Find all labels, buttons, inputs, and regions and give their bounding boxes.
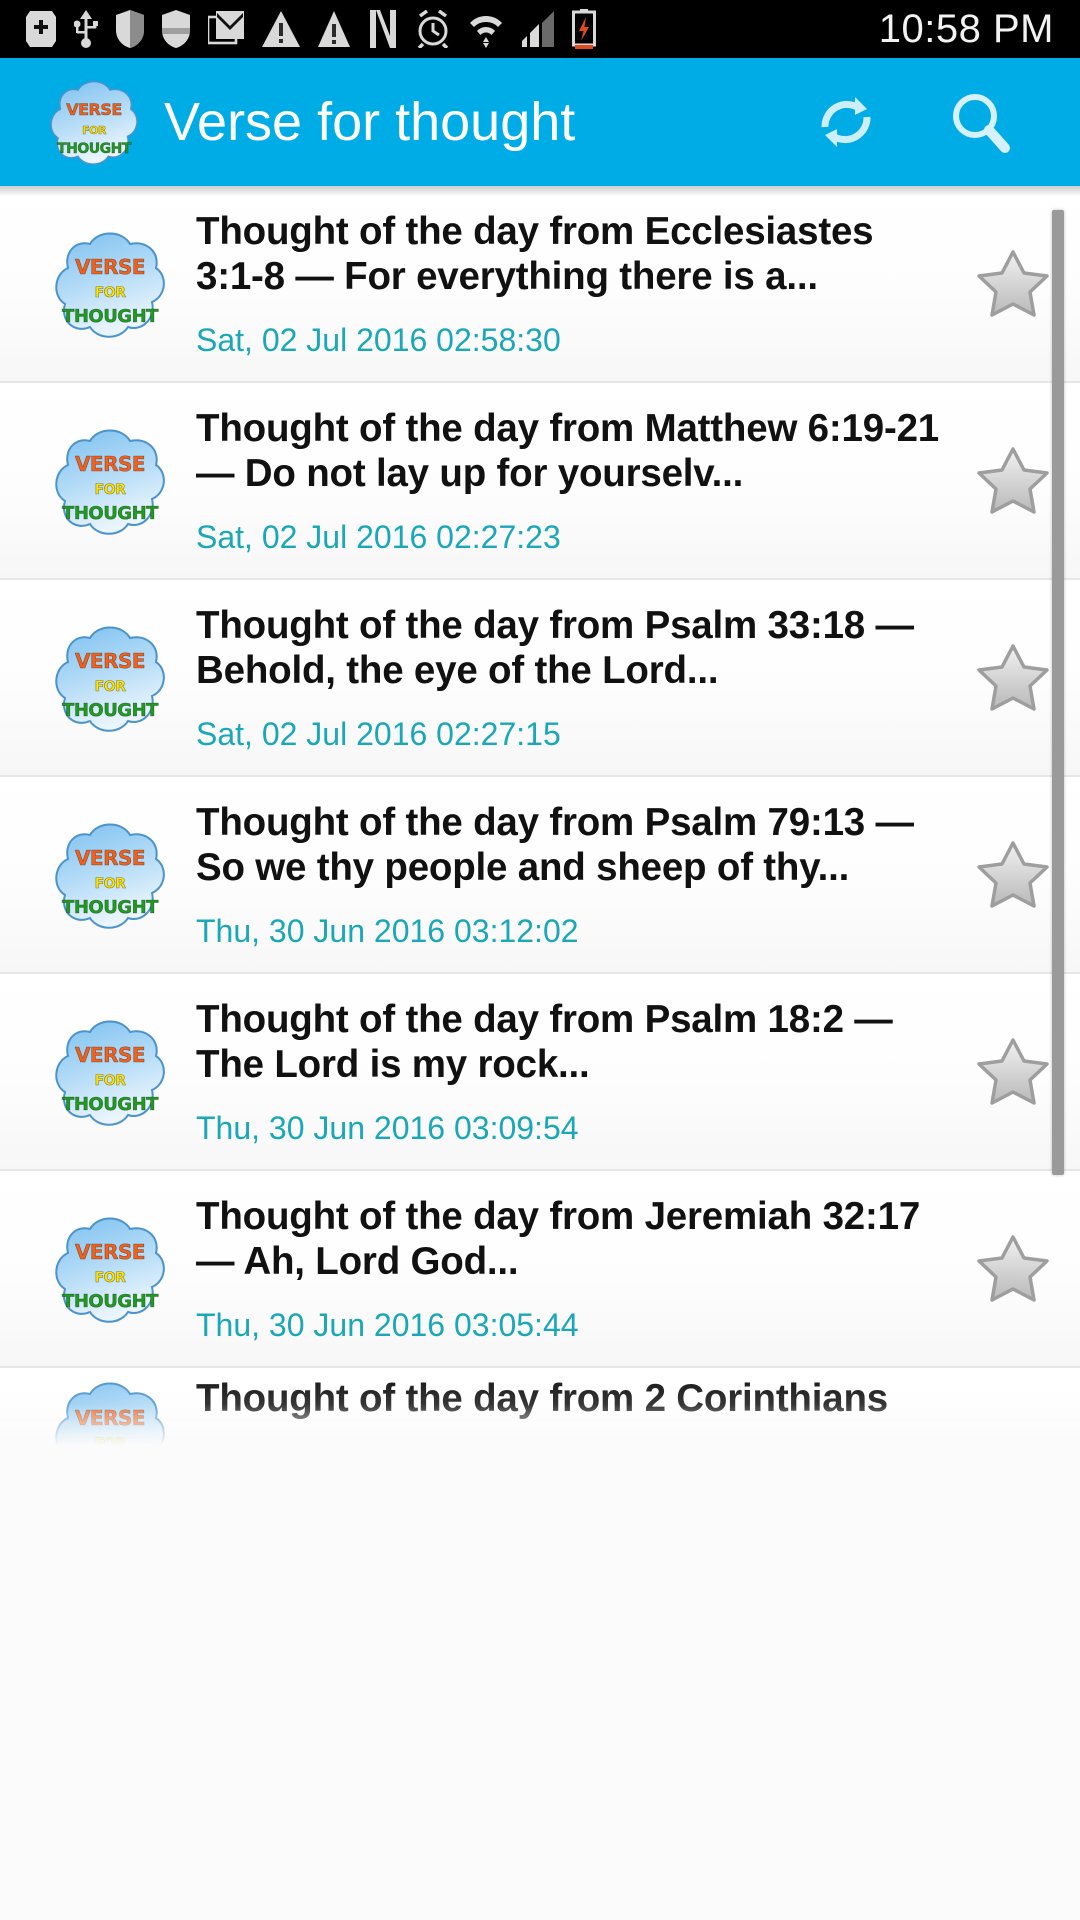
app-logo[interactable]: VERSE FOR THOUGHT [46,74,142,170]
verse-list[interactable]: VERSE FOR THOUGHT Thought of the day fro… [0,186,1080,1920]
refresh-button[interactable] [810,86,882,158]
star-icon [977,643,1049,711]
list-item-body: Thought of the day from Psalm 33:18 — Be… [170,603,960,753]
shield-alt-icon [162,10,190,48]
list-item-title: Thought of the day from Psalm 79:13 — So… [196,800,914,889]
alarm-icon [417,10,449,48]
list-item-body: Thought of the day from Psalm 18:2 — The… [170,997,960,1147]
list-item-body: Thought of the day from 2 Corinthians [170,1368,960,1421]
list-item-date: Sat, 02 Jul 2016 02:27:23 [196,518,561,555]
list-item-title: Thought of the day from Psalm 18:2 — The… [196,997,893,1086]
page-title: Verse for thought [164,92,576,152]
list-item-date: Thu, 30 Jun 2016 03:05:44 [196,1306,579,1343]
cloud-shape-icon [50,224,170,344]
cloud-shape-icon [50,815,170,935]
usb-icon [74,10,98,48]
cloud-shape-icon [50,618,170,738]
list-item-title: Thought of the day from Matthew 6:19-21 … [196,406,939,495]
list-item-title: Thought of the day from 2 Corinthians [196,1377,888,1420]
scrollbar-thumb[interactable] [1052,210,1064,1175]
star-icon [977,1037,1049,1105]
list-item-thumbnail: VERSE FOR THOUGHT [50,815,170,935]
status-bar-clock: 10:58 PM [878,6,1054,51]
cloud-shape-icon [50,421,170,541]
signal-icon [522,11,554,47]
list-item-thumbnail: VERSE FOR THOUGHT [50,1209,170,1329]
status-bar: 10:58 PM [0,0,1080,58]
list-item-title: Thought of the day from Jeremiah 32:17 —… [196,1194,921,1283]
list-item-body: Thought of the day from Jeremiah 32:17 —… [170,1194,960,1344]
list-item-body: Thought of the day from Ecclesiastes 3:1… [170,209,960,359]
list-item-thumbnail: VERSE FOR THOUGHT [50,421,170,541]
list-item-thumbnail: VERSE FOR THOUGHT [50,618,170,738]
cloud-shape-icon [46,74,142,170]
shield-icon [116,10,144,48]
star-icon [977,840,1049,908]
nfc-icon [370,10,396,48]
list-item-body: Thought of the day from Psalm 79:13 — So… [170,800,960,950]
warning-alt-icon [318,11,350,47]
list-item-date: Sat, 02 Jul 2016 02:27:15 [196,715,561,752]
list-item[interactable]: VERSE FOR THOUGHT Thought of the day fro… [0,777,1080,974]
cloud-shape-icon [50,1374,170,1494]
cloud-shape-icon [50,1012,170,1132]
list-item[interactable]: VERSE FOR THOUGHT Thought of the day fro… [0,580,1080,777]
list-item[interactable]: VERSE FOR THOUGHT Thought of the day fro… [0,186,1080,383]
refresh-icon [821,97,871,147]
scrollbar-track[interactable] [1052,210,1064,1900]
gmail-icon [208,11,244,45]
app-bar-actions [810,86,1080,158]
list-item-thumbnail: VERSE FOR THOUGHT [50,1374,170,1494]
list-item[interactable]: VERSE FOR THOUGHT Thought of the day fro… [0,383,1080,580]
star-icon [977,249,1049,317]
list-item-title: Thought of the day from Psalm 33:18 — Be… [196,603,914,692]
status-bar-icons [26,9,879,49]
search-icon [953,94,1010,153]
list-item[interactable]: VERSE FOR THOUGHT Thought of the day fro… [0,1171,1080,1368]
list-item-body: Thought of the day from Matthew 6:19-21 … [170,406,960,556]
list-item-date: Sat, 02 Jul 2016 02:58:30 [196,321,561,358]
list-item-title: Thought of the day from Ecclesiastes 3:1… [196,209,874,298]
star-icon [977,1234,1049,1302]
app-bar: VERSE FOR THOUGHT Verse for thought [0,58,1080,186]
list-item[interactable]: VERSE FOR THOUGHT Thought of the day fro… [0,1368,1080,1578]
list-item-date: Thu, 30 Jun 2016 03:12:02 [196,912,579,949]
list-item-thumbnail: VERSE FOR THOUGHT [50,1012,170,1132]
battery-charging-icon [572,9,596,49]
wifi-icon [470,16,502,48]
app-plus-icon [26,11,56,47]
list-item-date: Thu, 30 Jun 2016 03:09:54 [196,1109,579,1146]
cloud-shape-icon [50,1209,170,1329]
list-item[interactable]: VERSE FOR THOUGHT Thought of the day fro… [0,974,1080,1171]
warning-icon [262,11,300,47]
list-item-thumbnail: VERSE FOR THOUGHT [50,224,170,344]
star-icon [977,446,1049,514]
search-button[interactable] [944,86,1016,158]
